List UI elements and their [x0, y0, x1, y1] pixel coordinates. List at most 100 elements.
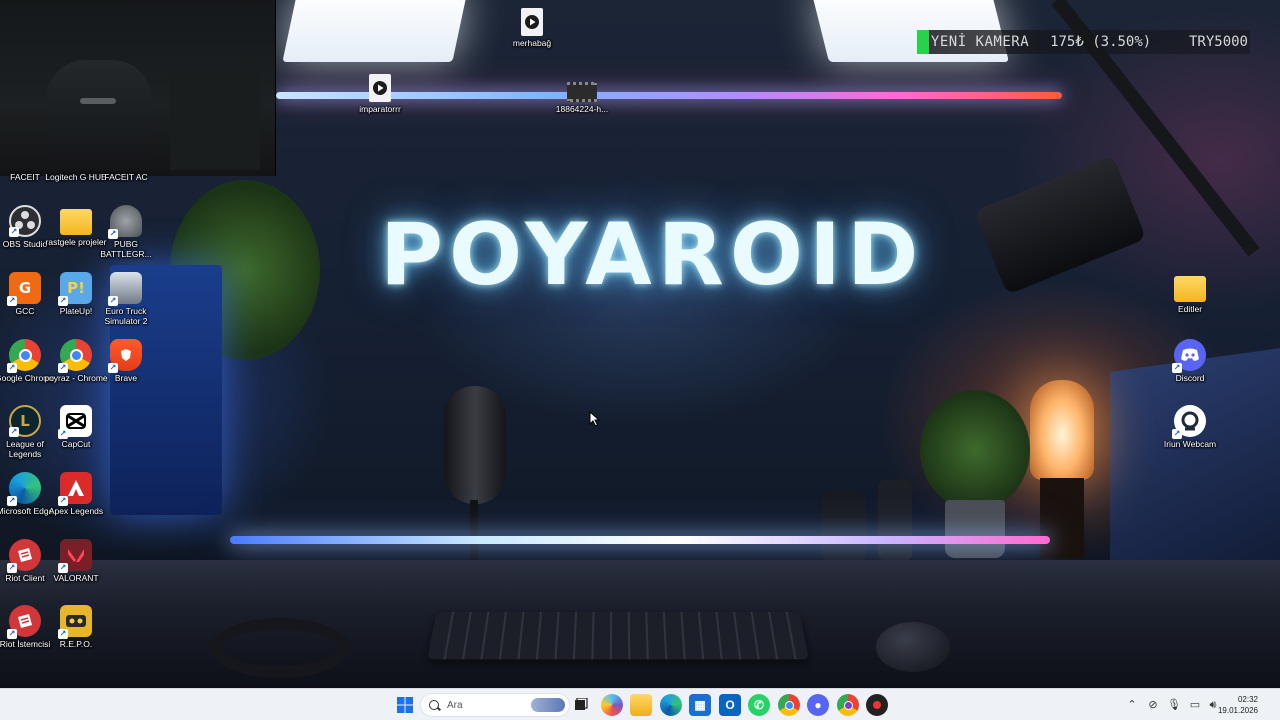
desktop-icon-faceit-ac[interactable]: FACEIT AC [93, 172, 159, 182]
wallpaper-keyboard [427, 611, 809, 660]
folder-icon [60, 209, 92, 235]
taskbar-search-box[interactable]: Ara [420, 693, 570, 717]
taskbar-clock[interactable]: 02:32 19.01.2026 [1218, 694, 1258, 716]
store-button[interactable]: ▦ [689, 694, 711, 716]
shortcut-arrow-icon: ↗ [7, 363, 17, 373]
shortcut-arrow-icon: ↗ [1172, 363, 1182, 373]
gcc-icon: G ↗ [7, 272, 41, 306]
discord-taskbar-button[interactable]: ● [807, 694, 829, 716]
shortcut-arrow-icon: ↗ [7, 296, 17, 306]
shortcut-arrow-icon: ↗ [58, 429, 68, 439]
search-placeholder: Ara [447, 699, 463, 711]
wallpaper-lamp-base [1040, 478, 1084, 558]
file-explorer-button[interactable] [630, 694, 652, 716]
obs-icon: ↗ [9, 205, 41, 237]
shortcut-arrow-icon: ↗ [7, 563, 17, 573]
shortcut-arrow-icon: ↗ [58, 496, 68, 506]
webcam-gaming-chair [46, 60, 152, 176]
wallpaper-plant [920, 390, 1030, 510]
apex-icon: ↗ [58, 472, 92, 506]
riot-icon [873, 701, 881, 709]
desktop-icon-label: imparatorrr [359, 104, 401, 114]
desktop-icon-label: FACEIT AC [104, 172, 148, 182]
wallpaper-vase [878, 480, 912, 560]
mouse-cursor-icon [589, 411, 601, 427]
desktop-icon-capcut[interactable]: ↗ CapCut [43, 405, 109, 449]
clock-time: 02:32 [1237, 695, 1258, 704]
desktop-icon-label: PUBG BATTLEGR... [100, 239, 152, 259]
league-icon: L ↗ [9, 405, 41, 437]
copilot-button[interactable] [601, 694, 623, 716]
folder-icon [1174, 276, 1206, 302]
wallpaper-neon-strip-bottom [230, 536, 1050, 544]
edge-taskbar-button[interactable] [660, 694, 682, 716]
donation-goal-ticker: YENİ KAMERA 175₺ (3.50%) TRY5000 [917, 30, 1250, 54]
chrome-profile-icon [843, 700, 853, 710]
display-icon[interactable]: ▭ [1188, 698, 1202, 712]
desktop-icon-label: 18864224-h... [555, 104, 609, 114]
desktop-icon-label: Editler [1177, 304, 1203, 314]
outlook-icon: O [725, 698, 735, 712]
chrome-profile-taskbar-button[interactable] [837, 694, 859, 716]
desktop-icon-euro-truck[interactable]: ↗ Euro Truck Simulator 2 [93, 272, 159, 326]
discord-icon: ↗ [1172, 339, 1206, 373]
wallpaper-lamp [1030, 380, 1094, 480]
desktop-icon-video-18864224[interactable]: 18864224-h... [549, 82, 615, 114]
shortcut-arrow-icon: ↗ [7, 496, 17, 506]
chrome-taskbar-button[interactable] [778, 694, 800, 716]
tray-overflow-chevron-icon[interactable]: ⌃ [1125, 698, 1139, 712]
microphone-icon[interactable]: 🎙︎ [1167, 698, 1181, 712]
shortcut-arrow-icon: ↗ [108, 229, 118, 239]
start-button[interactable] [394, 694, 416, 716]
desktop-icon-iriun-webcam[interactable]: ↗ Iriun Webcam [1157, 405, 1223, 449]
desktop-icon-label: CapCut [61, 439, 91, 449]
capcut-icon: ↗ [58, 405, 92, 439]
task-view-button[interactable] [570, 694, 592, 716]
brave-icon: ↗ [108, 339, 142, 373]
desktop-icon-pubg[interactable]: ↗ PUBG BATTLEGR... [93, 205, 159, 259]
video-thumbnail-icon [567, 82, 597, 102]
wallpaper-pot [945, 500, 1005, 558]
shortcut-arrow-icon: ↗ [108, 296, 118, 306]
desktop-icon-repo[interactable]: ↗ R.E.P.O. [43, 605, 109, 649]
iriun-icon: ↗ [1172, 405, 1206, 439]
desktop-icon-label: Brave [114, 373, 138, 383]
discord-icon: ● [814, 698, 822, 712]
shortcut-arrow-icon: ↗ [9, 427, 19, 437]
desktop-icon-label: R.E.P.O. [59, 639, 93, 649]
desktop-icon-imparatorrr[interactable]: imparatorrr [347, 74, 413, 114]
desktop-icon-label: Discord [1175, 373, 1205, 383]
outlook-button[interactable]: O [719, 694, 741, 716]
desktop-icon-editler[interactable]: Editler [1157, 272, 1223, 314]
riot-taskbar-button[interactable] [866, 694, 888, 716]
desktop-icon-label: Euro Truck Simulator 2 [104, 306, 148, 326]
wallpaper-title: POYAROID [380, 205, 925, 305]
wallpaper-headphones [210, 618, 350, 678]
chrome-profile-icon: ↗ [58, 339, 92, 373]
desktop-icon-apex-legends[interactable]: ↗ Apex Legends [43, 472, 109, 516]
shortcut-arrow-icon: ↗ [58, 629, 68, 639]
plateup-icon: P! ↗ [58, 272, 92, 306]
desktop-icon-merhabag[interactable]: merhabağ [499, 8, 565, 48]
desktop-icon-label: Apex Legends [48, 506, 104, 516]
windows-start-icon [397, 697, 413, 713]
wallpaper-microphone [444, 386, 506, 504]
desktop-icon-label: VALORANT [53, 573, 99, 583]
desktop-icon-valorant[interactable]: ↗ VALORANT [43, 539, 109, 583]
taskbar: Ara ▦ O ✆ ● ⌃ ⊘ 🎙︎ ▭ 🔊︎ 02:32 19.01.2026 [0, 688, 1280, 720]
shortcut-arrow-icon: ↗ [7, 629, 17, 639]
network-off-icon[interactable]: ⊘ [1146, 698, 1160, 712]
shortcut-arrow-icon: ↗ [58, 563, 68, 573]
truck-icon: ↗ [108, 272, 142, 306]
donation-progress-bar [917, 30, 929, 54]
video-file-icon [369, 74, 391, 102]
donation-goal-target: TRY5000 [1188, 34, 1248, 50]
whatsapp-button[interactable]: ✆ [748, 694, 770, 716]
chrome-icon [784, 700, 794, 710]
shortcut-arrow-icon: ↗ [9, 227, 19, 237]
shortcut-arrow-icon: ↗ [58, 363, 68, 373]
desktop-icon-discord[interactable]: ↗ Discord [1157, 339, 1223, 383]
desktop-icon-brave[interactable]: ↗ Brave [93, 339, 159, 383]
store-icon: ▦ [694, 698, 706, 712]
wallpaper-mouse [876, 622, 950, 672]
